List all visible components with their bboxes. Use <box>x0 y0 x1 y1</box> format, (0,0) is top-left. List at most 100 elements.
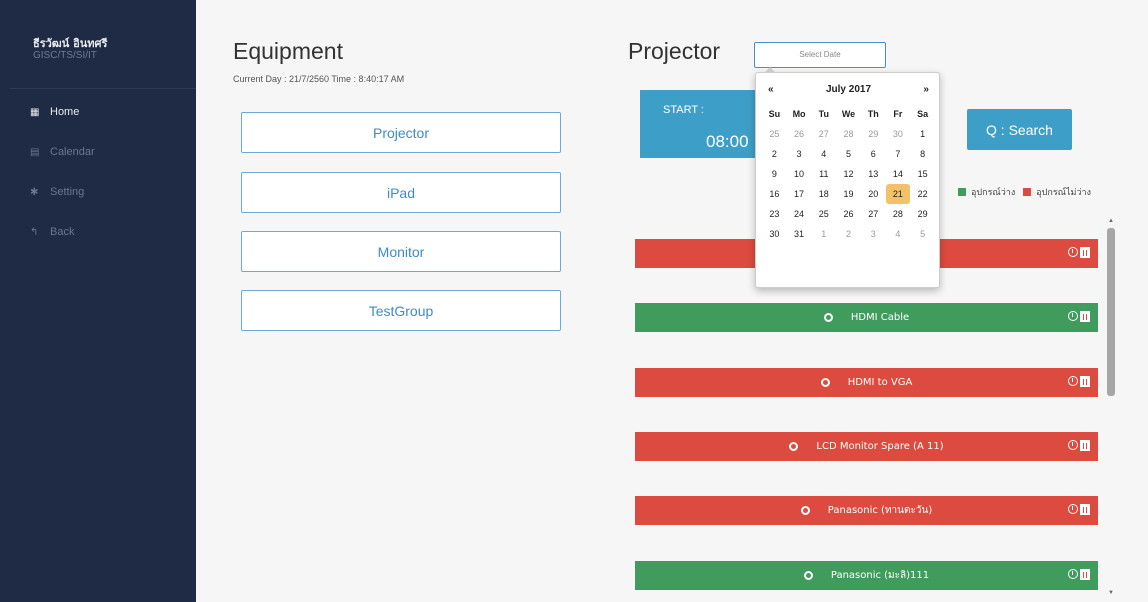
sidebar-item-setting[interactable]: ✱ Setting <box>0 174 196 210</box>
calendar-icon[interactable] <box>1080 440 1090 451</box>
day-cell[interactable]: 28 <box>886 204 911 224</box>
circle-icon <box>789 442 799 451</box>
datepicker-header: « July 2017 » <box>756 79 941 99</box>
day-cell[interactable]: 14 <box>886 164 911 184</box>
day-cell[interactable]: 30 <box>886 124 911 144</box>
day-cell[interactable]: 25 <box>762 124 787 144</box>
category-projector-button[interactable]: Projector <box>241 112 561 153</box>
weekday-header: Th <box>867 109 879 119</box>
item-actions <box>1068 247 1090 258</box>
day-cell[interactable]: 12 <box>836 164 861 184</box>
item-actions <box>1068 376 1090 387</box>
day-cell[interactable]: 17 <box>787 184 812 204</box>
date-select-input[interactable]: Select Date <box>754 42 886 68</box>
search-button[interactable]: Q : Search <box>967 109 1072 150</box>
day-cell[interactable]: 2 <box>762 144 787 164</box>
clock-icon[interactable] <box>1068 247 1078 257</box>
category-ipad-button[interactable]: iPad <box>241 172 561 213</box>
day-cell[interactable]: 26 <box>836 204 861 224</box>
calendar-icon[interactable] <box>1080 504 1090 515</box>
month-label[interactable]: July 2017 <box>826 84 871 95</box>
clock-icon[interactable] <box>1068 504 1078 514</box>
weekday-header: Su <box>768 109 781 119</box>
day-cell[interactable]: 6 <box>861 144 886 164</box>
day-cell-today[interactable]: 21 <box>885 184 911 204</box>
day-cell[interactable]: 18 <box>811 184 836 204</box>
day-cell[interactable]: 30 <box>762 224 787 244</box>
day-cell[interactable]: 1 <box>910 124 935 144</box>
clock-icon[interactable] <box>1068 440 1078 450</box>
day-cell[interactable]: 7 <box>886 144 911 164</box>
circle-icon <box>803 571 813 580</box>
item-actions <box>1068 311 1090 322</box>
sidebar-item-label: Back <box>50 226 75 238</box>
day-cell[interactable]: 29 <box>910 204 935 224</box>
scroll-down-arrow-icon[interactable]: ▼ <box>1108 590 1114 596</box>
sidebar-item-home[interactable]: ▦ Home <box>0 94 196 130</box>
day-cell[interactable]: 28 <box>836 124 861 144</box>
equipment-item[interactable]: Panasonic (ทานตะวัน) <box>635 496 1098 525</box>
legend-busy-label: อุปกรณ์ไม่ว่าง <box>1036 188 1091 198</box>
clock-icon[interactable] <box>1068 311 1078 321</box>
calendar-icon[interactable] <box>1080 247 1090 258</box>
available-color-swatch <box>958 188 966 196</box>
clock-icon[interactable] <box>1068 569 1078 579</box>
day-cell[interactable]: 19 <box>836 184 861 204</box>
calendar-icon[interactable] <box>1080 569 1090 580</box>
day-cell[interactable]: 3 <box>861 224 886 244</box>
day-cell[interactable]: 23 <box>762 204 787 224</box>
sidebar-item-back[interactable]: ↰ Back <box>0 214 196 250</box>
category-monitor-button[interactable]: Monitor <box>241 231 561 272</box>
item-list-scrollbar[interactable]: ▲ ▼ <box>1104 218 1116 602</box>
calendar-icon[interactable] <box>1080 311 1090 322</box>
day-cell[interactable]: 27 <box>861 204 886 224</box>
day-cell[interactable]: 9 <box>762 164 787 184</box>
weekday-header: We <box>841 109 856 119</box>
day-cell[interactable]: 3 <box>787 144 812 164</box>
day-cell[interactable]: 29 <box>861 124 886 144</box>
day-cell[interactable]: 4 <box>811 144 836 164</box>
equipment-item[interactable]: HDMI Cable <box>635 303 1098 332</box>
day-cell[interactable]: 2 <box>836 224 861 244</box>
grid-icon: ▦ <box>30 106 40 118</box>
legend-available-label: อุปกรณ์ว่าง <box>971 188 1016 198</box>
start-time-panel[interactable]: START : 08:00 <box>640 90 762 158</box>
day-cell[interactable]: 4 <box>886 224 911 244</box>
calendar-icon[interactable] <box>1080 376 1090 387</box>
item-label: LCD Monitor Spare (A 11) <box>816 441 944 452</box>
sidebar-item-calendar[interactable]: ▤ Calendar <box>0 134 196 170</box>
day-cell[interactable]: 1 <box>811 224 836 244</box>
day-cell[interactable]: 15 <box>910 164 935 184</box>
clock-icon[interactable] <box>1068 376 1078 386</box>
equipment-item[interactable]: Panasonic (มะลิ)111 <box>635 561 1098 590</box>
day-cell[interactable]: 13 <box>861 164 886 184</box>
equipment-item[interactable]: LCD Monitor Spare (A 11) <box>635 432 1098 461</box>
day-cell[interactable]: 10 <box>787 164 812 184</box>
sidebar-divider <box>10 88 196 89</box>
day-cell[interactable]: 24 <box>787 204 812 224</box>
day-cell[interactable]: 11 <box>811 164 836 184</box>
day-cell[interactable]: 5 <box>836 144 861 164</box>
day-cell[interactable]: 8 <box>910 144 935 164</box>
day-cell[interactable]: 22 <box>910 184 935 204</box>
item-actions <box>1068 569 1090 580</box>
day-cell[interactable]: 27 <box>811 124 836 144</box>
scroll-thumb[interactable] <box>1107 228 1115 396</box>
back-arrow-icon: ↰ <box>30 226 39 238</box>
category-testgroup-button[interactable]: TestGroup <box>241 290 561 331</box>
day-cell[interactable]: 16 <box>762 184 787 204</box>
next-month-button[interactable]: » <box>923 84 929 95</box>
scroll-up-arrow-icon[interactable]: ▲ <box>1108 218 1114 224</box>
day-cell[interactable]: 20 <box>861 184 886 204</box>
sidebar-item-label: Calendar <box>50 146 95 158</box>
day-cell[interactable]: 5 <box>910 224 935 244</box>
day-cell[interactable]: 26 <box>787 124 812 144</box>
sidebar: ธีรวัฒน์ อินทศรี GISC/TS/SI/IT ▦ Home ▤ … <box>0 0 196 602</box>
day-cell[interactable]: 31 <box>787 224 812 244</box>
day-cell[interactable]: 25 <box>811 204 836 224</box>
weekday-header: Fr <box>893 109 903 119</box>
item-label: HDMI to VGA <box>847 377 913 388</box>
prev-month-button[interactable]: « <box>768 84 774 95</box>
calendar-icon: ▤ <box>30 146 40 158</box>
equipment-item[interactable]: HDMI to VGA <box>635 368 1098 397</box>
